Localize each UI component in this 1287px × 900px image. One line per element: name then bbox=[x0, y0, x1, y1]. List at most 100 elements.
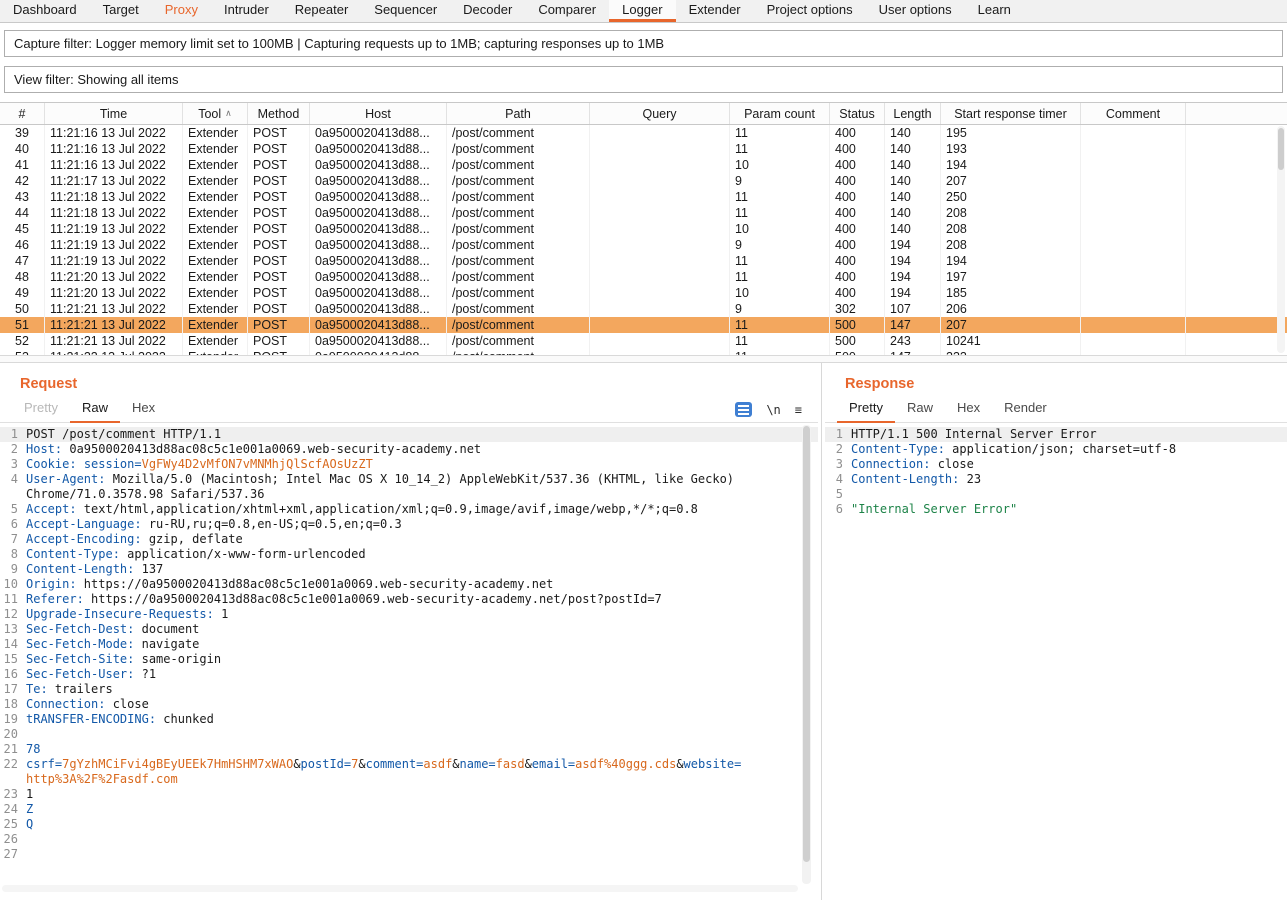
line-number: 17 bbox=[0, 682, 26, 697]
horizontal-splitter[interactable] bbox=[0, 355, 1287, 363]
menu-tab-repeater[interactable]: Repeater bbox=[282, 0, 361, 22]
table-cell: 400 bbox=[830, 157, 885, 173]
table-row[interactable]: 4811:21:20 13 Jul 2022ExtenderPOST0a9500… bbox=[0, 269, 1287, 285]
code-line: 10Origin: https://0a9500020413d88ac08c5c… bbox=[0, 577, 818, 592]
col-header-start-response-timer[interactable]: Start response timer bbox=[941, 103, 1081, 124]
table-cell: Extender bbox=[183, 333, 248, 349]
menu-tab-logger[interactable]: Logger bbox=[609, 0, 675, 22]
request-hscrollbar[interactable] bbox=[2, 885, 798, 892]
table-row[interactable]: 5211:21:21 13 Jul 2022ExtenderPOST0a9500… bbox=[0, 333, 1287, 349]
response-tab-pretty[interactable]: Pretty bbox=[837, 400, 895, 423]
table-row[interactable]: 4011:21:16 13 Jul 2022ExtenderPOST0a9500… bbox=[0, 141, 1287, 157]
request-tab-raw[interactable]: Raw bbox=[70, 400, 120, 423]
table-cell: POST bbox=[248, 125, 310, 141]
code-line: 18Connection: close bbox=[0, 697, 818, 712]
request-editor[interactable]: 1POST /post/comment HTTP/1.12Host: 0a950… bbox=[0, 423, 818, 894]
table-row[interactable]: 4511:21:19 13 Jul 2022ExtenderPOST0a9500… bbox=[0, 221, 1287, 237]
line-text: HTTP/1.1 500 Internal Server Error bbox=[851, 427, 1097, 442]
table-row[interactable]: 4211:21:17 13 Jul 2022ExtenderPOST0a9500… bbox=[0, 173, 1287, 189]
col-header-path[interactable]: Path bbox=[447, 103, 590, 124]
table-cell bbox=[1081, 349, 1186, 355]
vertical-splitter[interactable] bbox=[818, 363, 825, 900]
col-header-tool[interactable]: Tool∧ bbox=[183, 103, 248, 124]
table-cell: 0a9500020413d88... bbox=[310, 125, 447, 141]
table-cell: /post/comment bbox=[447, 285, 590, 301]
table-cell: 11 bbox=[730, 269, 830, 285]
table-row[interactable]: 5011:21:21 13 Jul 2022ExtenderPOST0a9500… bbox=[0, 301, 1287, 317]
col-header-comment[interactable]: Comment bbox=[1081, 103, 1186, 124]
menu-tab-sequencer[interactable]: Sequencer bbox=[361, 0, 450, 22]
menu-tab-project-options[interactable]: Project options bbox=[754, 0, 866, 22]
col-header-status[interactable]: Status bbox=[830, 103, 885, 124]
table-cell: 400 bbox=[830, 253, 885, 269]
request-scrollbar[interactable] bbox=[802, 425, 811, 884]
menu-tab-dashboard[interactable]: Dashboard bbox=[0, 0, 90, 22]
line-number: 11 bbox=[0, 592, 26, 607]
table-row[interactable]: 4111:21:16 13 Jul 2022ExtenderPOST0a9500… bbox=[0, 157, 1287, 173]
table-scrollbar[interactable] bbox=[1277, 126, 1285, 353]
col-header-#[interactable]: # bbox=[0, 103, 45, 124]
response-editor[interactable]: 1HTTP/1.1 500 Internal Server Error2Cont… bbox=[825, 423, 1287, 894]
line-text: Sec-Fetch-Dest: document bbox=[26, 622, 199, 637]
table-cell: 11 bbox=[730, 349, 830, 355]
table-cell bbox=[1081, 333, 1186, 349]
line-text: Content-Type: application/x-www-form-url… bbox=[26, 547, 366, 562]
line-number: 16 bbox=[0, 667, 26, 682]
table-cell: 194 bbox=[941, 157, 1081, 173]
request-tab-pretty[interactable]: Pretty bbox=[12, 400, 70, 423]
table-row[interactable]: 4311:21:18 13 Jul 2022ExtenderPOST0a9500… bbox=[0, 189, 1287, 205]
table-row[interactable]: 3911:21:16 13 Jul 2022ExtenderPOST0a9500… bbox=[0, 125, 1287, 141]
line-number: 15 bbox=[0, 652, 26, 667]
table-scrollbar-thumb[interactable] bbox=[1278, 128, 1284, 170]
col-header-length[interactable]: Length bbox=[885, 103, 941, 124]
col-header-method[interactable]: Method bbox=[248, 103, 310, 124]
line-number: 21 bbox=[0, 742, 26, 757]
request-scrollbar-thumb[interactable] bbox=[803, 426, 810, 862]
menu-tab-learn[interactable]: Learn bbox=[965, 0, 1024, 22]
table-row[interactable]: 5111:21:21 13 Jul 2022ExtenderPOST0a9500… bbox=[0, 317, 1287, 333]
newline-icon[interactable]: \n bbox=[766, 403, 780, 417]
line-text: Sec-Fetch-Site: same-origin bbox=[26, 652, 221, 667]
format-icon[interactable] bbox=[735, 402, 752, 417]
response-tab-raw[interactable]: Raw bbox=[895, 400, 945, 423]
log-table: #TimeTool∧MethodHostPathQueryParam count… bbox=[0, 102, 1287, 355]
response-tab-hex[interactable]: Hex bbox=[945, 400, 992, 423]
table-cell: 147 bbox=[885, 349, 941, 355]
menu-tab-decoder[interactable]: Decoder bbox=[450, 0, 525, 22]
table-row[interactable]: 4611:21:19 13 Jul 2022ExtenderPOST0a9500… bbox=[0, 237, 1287, 253]
table-row[interactable]: 5311:21:22 13 Jul 2022ExtenderPOST0a9500… bbox=[0, 349, 1287, 355]
col-header-param-count[interactable]: Param count bbox=[730, 103, 830, 124]
menu-tab-intruder[interactable]: Intruder bbox=[211, 0, 282, 22]
capture-filter-bar[interactable]: Capture filter: Logger memory limit set … bbox=[4, 30, 1283, 57]
table-cell bbox=[590, 333, 730, 349]
menu-tab-proxy[interactable]: Proxy bbox=[152, 0, 211, 22]
table-cell: 50 bbox=[0, 301, 45, 317]
request-code: 1POST /post/comment HTTP/1.12Host: 0a950… bbox=[0, 427, 818, 862]
col-header-query[interactable]: Query bbox=[590, 103, 730, 124]
col-header-time[interactable]: Time bbox=[45, 103, 183, 124]
table-row[interactable]: 4911:21:20 13 Jul 2022ExtenderPOST0a9500… bbox=[0, 285, 1287, 301]
table-cell: 53 bbox=[0, 349, 45, 355]
col-header-label: Status bbox=[839, 107, 874, 121]
menu-tab-target[interactable]: Target bbox=[90, 0, 152, 22]
view-filter-bar[interactable]: View filter: Showing all items bbox=[4, 66, 1283, 93]
menu-tab-comparer[interactable]: Comparer bbox=[525, 0, 609, 22]
line-text: Q bbox=[26, 817, 33, 832]
col-header-host[interactable]: Host bbox=[310, 103, 447, 124]
line-text: Accept: text/html,application/xhtml+xml,… bbox=[26, 502, 698, 517]
line-number: 2 bbox=[0, 442, 26, 457]
table-cell: 140 bbox=[885, 125, 941, 141]
line-number bbox=[0, 772, 26, 787]
table-row[interactable]: 4711:21:19 13 Jul 2022ExtenderPOST0a9500… bbox=[0, 253, 1287, 269]
menu-tab-user-options[interactable]: User options bbox=[866, 0, 965, 22]
response-tab-render[interactable]: Render bbox=[992, 400, 1059, 423]
view-filter-text: View filter: Showing all items bbox=[14, 72, 179, 87]
menu-icon[interactable]: ≡ bbox=[795, 403, 802, 417]
table-cell: 47 bbox=[0, 253, 45, 269]
menu-tab-extender[interactable]: Extender bbox=[676, 0, 754, 22]
table-cell: 0a9500020413d88... bbox=[310, 189, 447, 205]
table-cell: 49 bbox=[0, 285, 45, 301]
table-row[interactable]: 4411:21:18 13 Jul 2022ExtenderPOST0a9500… bbox=[0, 205, 1287, 221]
table-cell: POST bbox=[248, 189, 310, 205]
request-tab-hex[interactable]: Hex bbox=[120, 400, 167, 423]
